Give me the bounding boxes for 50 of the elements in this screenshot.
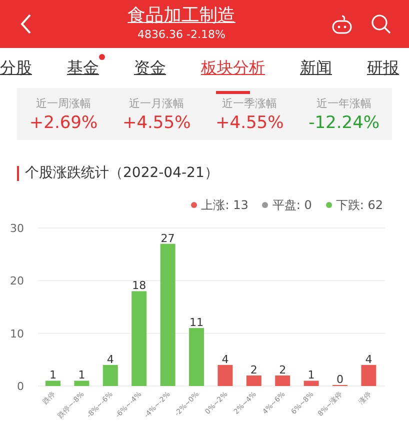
search-icon[interactable]	[371, 14, 391, 34]
stat-label: 近一季涨幅	[222, 96, 278, 110]
tab[interactable]: 新闻	[298, 52, 334, 84]
legend-label: 下跌: 62	[336, 196, 383, 214]
bar	[275, 375, 290, 386]
page-title: 食品加工制造	[128, 5, 236, 27]
bar-value-label: 4	[222, 352, 229, 366]
bar	[102, 364, 118, 386]
bar	[189, 328, 204, 386]
stat-label: 近一周涨幅	[36, 96, 92, 110]
bar-value-label: 2	[250, 363, 258, 376]
y-tick-label: 20	[10, 274, 24, 288]
back-icon[interactable]	[20, 14, 32, 34]
bar-value-label: 27	[160, 232, 175, 245]
bar-value-label: 4	[365, 352, 372, 366]
y-tick-label: 30	[10, 222, 24, 235]
stat-value: +4.55%	[122, 112, 191, 132]
stat-value: +4.55%	[216, 112, 284, 132]
index-quote: 4836.36 -2.18%	[138, 27, 226, 43]
tab[interactable]: 基金	[65, 52, 101, 84]
legend-label: 平盘: 0	[272, 196, 312, 214]
bar-value-label: 18	[132, 279, 146, 292]
stat-label: 近一年涨幅	[316, 96, 372, 110]
bar-value-label: 0	[336, 373, 344, 386]
tab[interactable]: 板块分析	[199, 52, 267, 84]
bar-value-label: 1	[308, 368, 315, 382]
y-tick-label: 10	[10, 327, 24, 340]
bar-value-label: 4	[106, 352, 114, 366]
robot-icon[interactable]	[331, 14, 353, 34]
bar-value-label: 1	[78, 368, 86, 382]
bar	[74, 380, 90, 386]
bar-value-label: 2	[279, 363, 286, 376]
legend-label: 上涨: 13	[201, 196, 248, 214]
y-tick-label: 0	[17, 380, 24, 393]
bar	[361, 364, 376, 386]
bar	[46, 380, 60, 386]
section-marker	[17, 166, 19, 180]
tab[interactable]: 分股	[0, 52, 34, 84]
bar	[218, 364, 233, 386]
stat-value: +2.69%	[29, 112, 98, 132]
bar	[246, 375, 262, 386]
bar-value-label: 1	[50, 368, 56, 382]
bar	[304, 380, 319, 386]
active-tab-indicator	[216, 91, 250, 94]
tab[interactable]: 研报	[365, 52, 401, 84]
stat-value: -12.24%	[308, 112, 380, 132]
bar-value-label: 11	[190, 316, 204, 330]
tab[interactable]: 资金	[132, 52, 168, 84]
stat-label: 近一月涨幅	[129, 96, 184, 110]
section-title: 个股涨跌统计（2022-04-21）	[25, 164, 218, 182]
